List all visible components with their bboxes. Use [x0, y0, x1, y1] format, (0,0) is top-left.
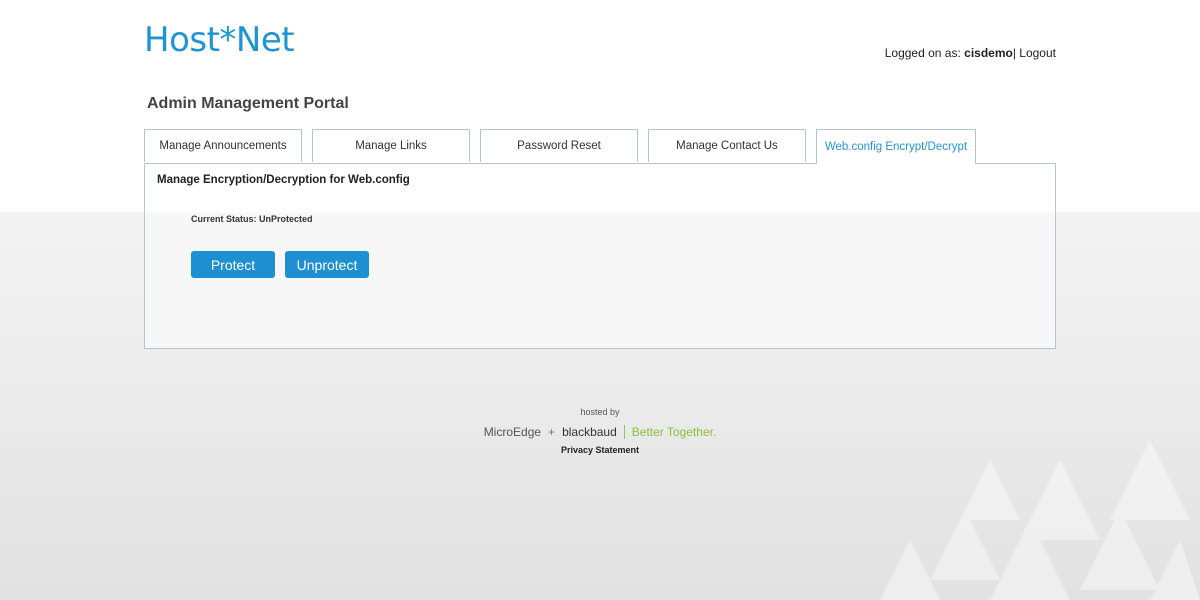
tab-manage-links[interactable]: Manage Links [312, 129, 470, 162]
username: cisdemo [964, 46, 1013, 60]
footer: hosted by MicroEdge + blackbaud Better T… [0, 407, 1200, 458]
privacy-statement-link[interactable]: Privacy Statement [561, 445, 639, 455]
brand-plus: + [548, 425, 556, 439]
page-title: Admin Management Portal [147, 95, 349, 112]
panel-title: Manage Encryption/Decryption for Web.con… [157, 174, 410, 186]
tab-webconfig-encrypt-decrypt[interactable]: Web.config Encrypt/Decrypt [816, 129, 976, 164]
blackbaud-logo: blackbaud [562, 425, 617, 439]
hosted-by-label: hosted by [580, 407, 620, 417]
logout-link[interactable]: Logout [1016, 46, 1056, 60]
microedge-logo: MicroEdge [483, 425, 542, 439]
partner-brands: MicroEdge + blackbaud Better Together. [0, 425, 1200, 439]
user-bar: Logged on as: cisdemo| Logout [885, 46, 1056, 60]
tab-password-reset[interactable]: Password Reset [480, 129, 638, 162]
logged-on-label: Logged on as: [884, 46, 965, 60]
brand-divider [623, 425, 625, 439]
current-status: Current Status: UnProtected [191, 214, 313, 224]
tab-manage-contact-us[interactable]: Manage Contact Us [648, 129, 806, 162]
protect-button[interactable]: Protect [191, 251, 275, 278]
hostnet-logo: Host*Net [144, 20, 295, 60]
unprotect-button[interactable]: Unprotect [285, 251, 369, 278]
encryption-panel: Manage Encryption/Decryption for Web.con… [144, 163, 1056, 349]
brand-tagline: Better Together. [631, 425, 717, 439]
tab-manage-announcements[interactable]: Manage Announcements [144, 129, 302, 162]
